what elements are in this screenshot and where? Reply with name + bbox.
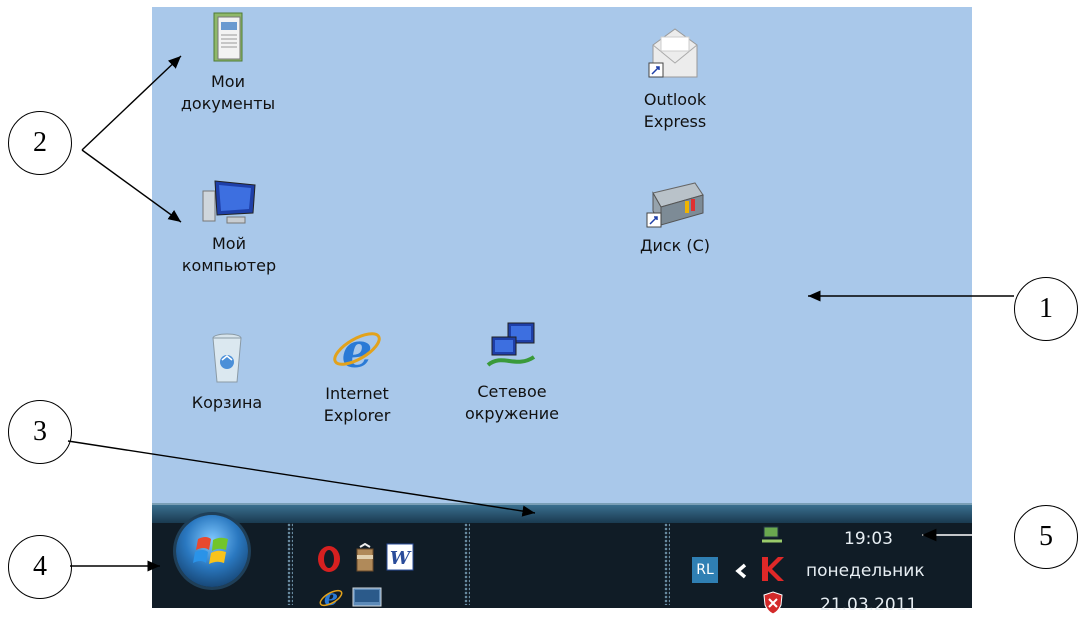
annotation-arrows [67,55,1014,572]
arrow-3-to-taskbar [67,440,536,517]
arrow-2-to-documents [81,55,182,151]
arrow-2-to-computer [81,149,182,223]
